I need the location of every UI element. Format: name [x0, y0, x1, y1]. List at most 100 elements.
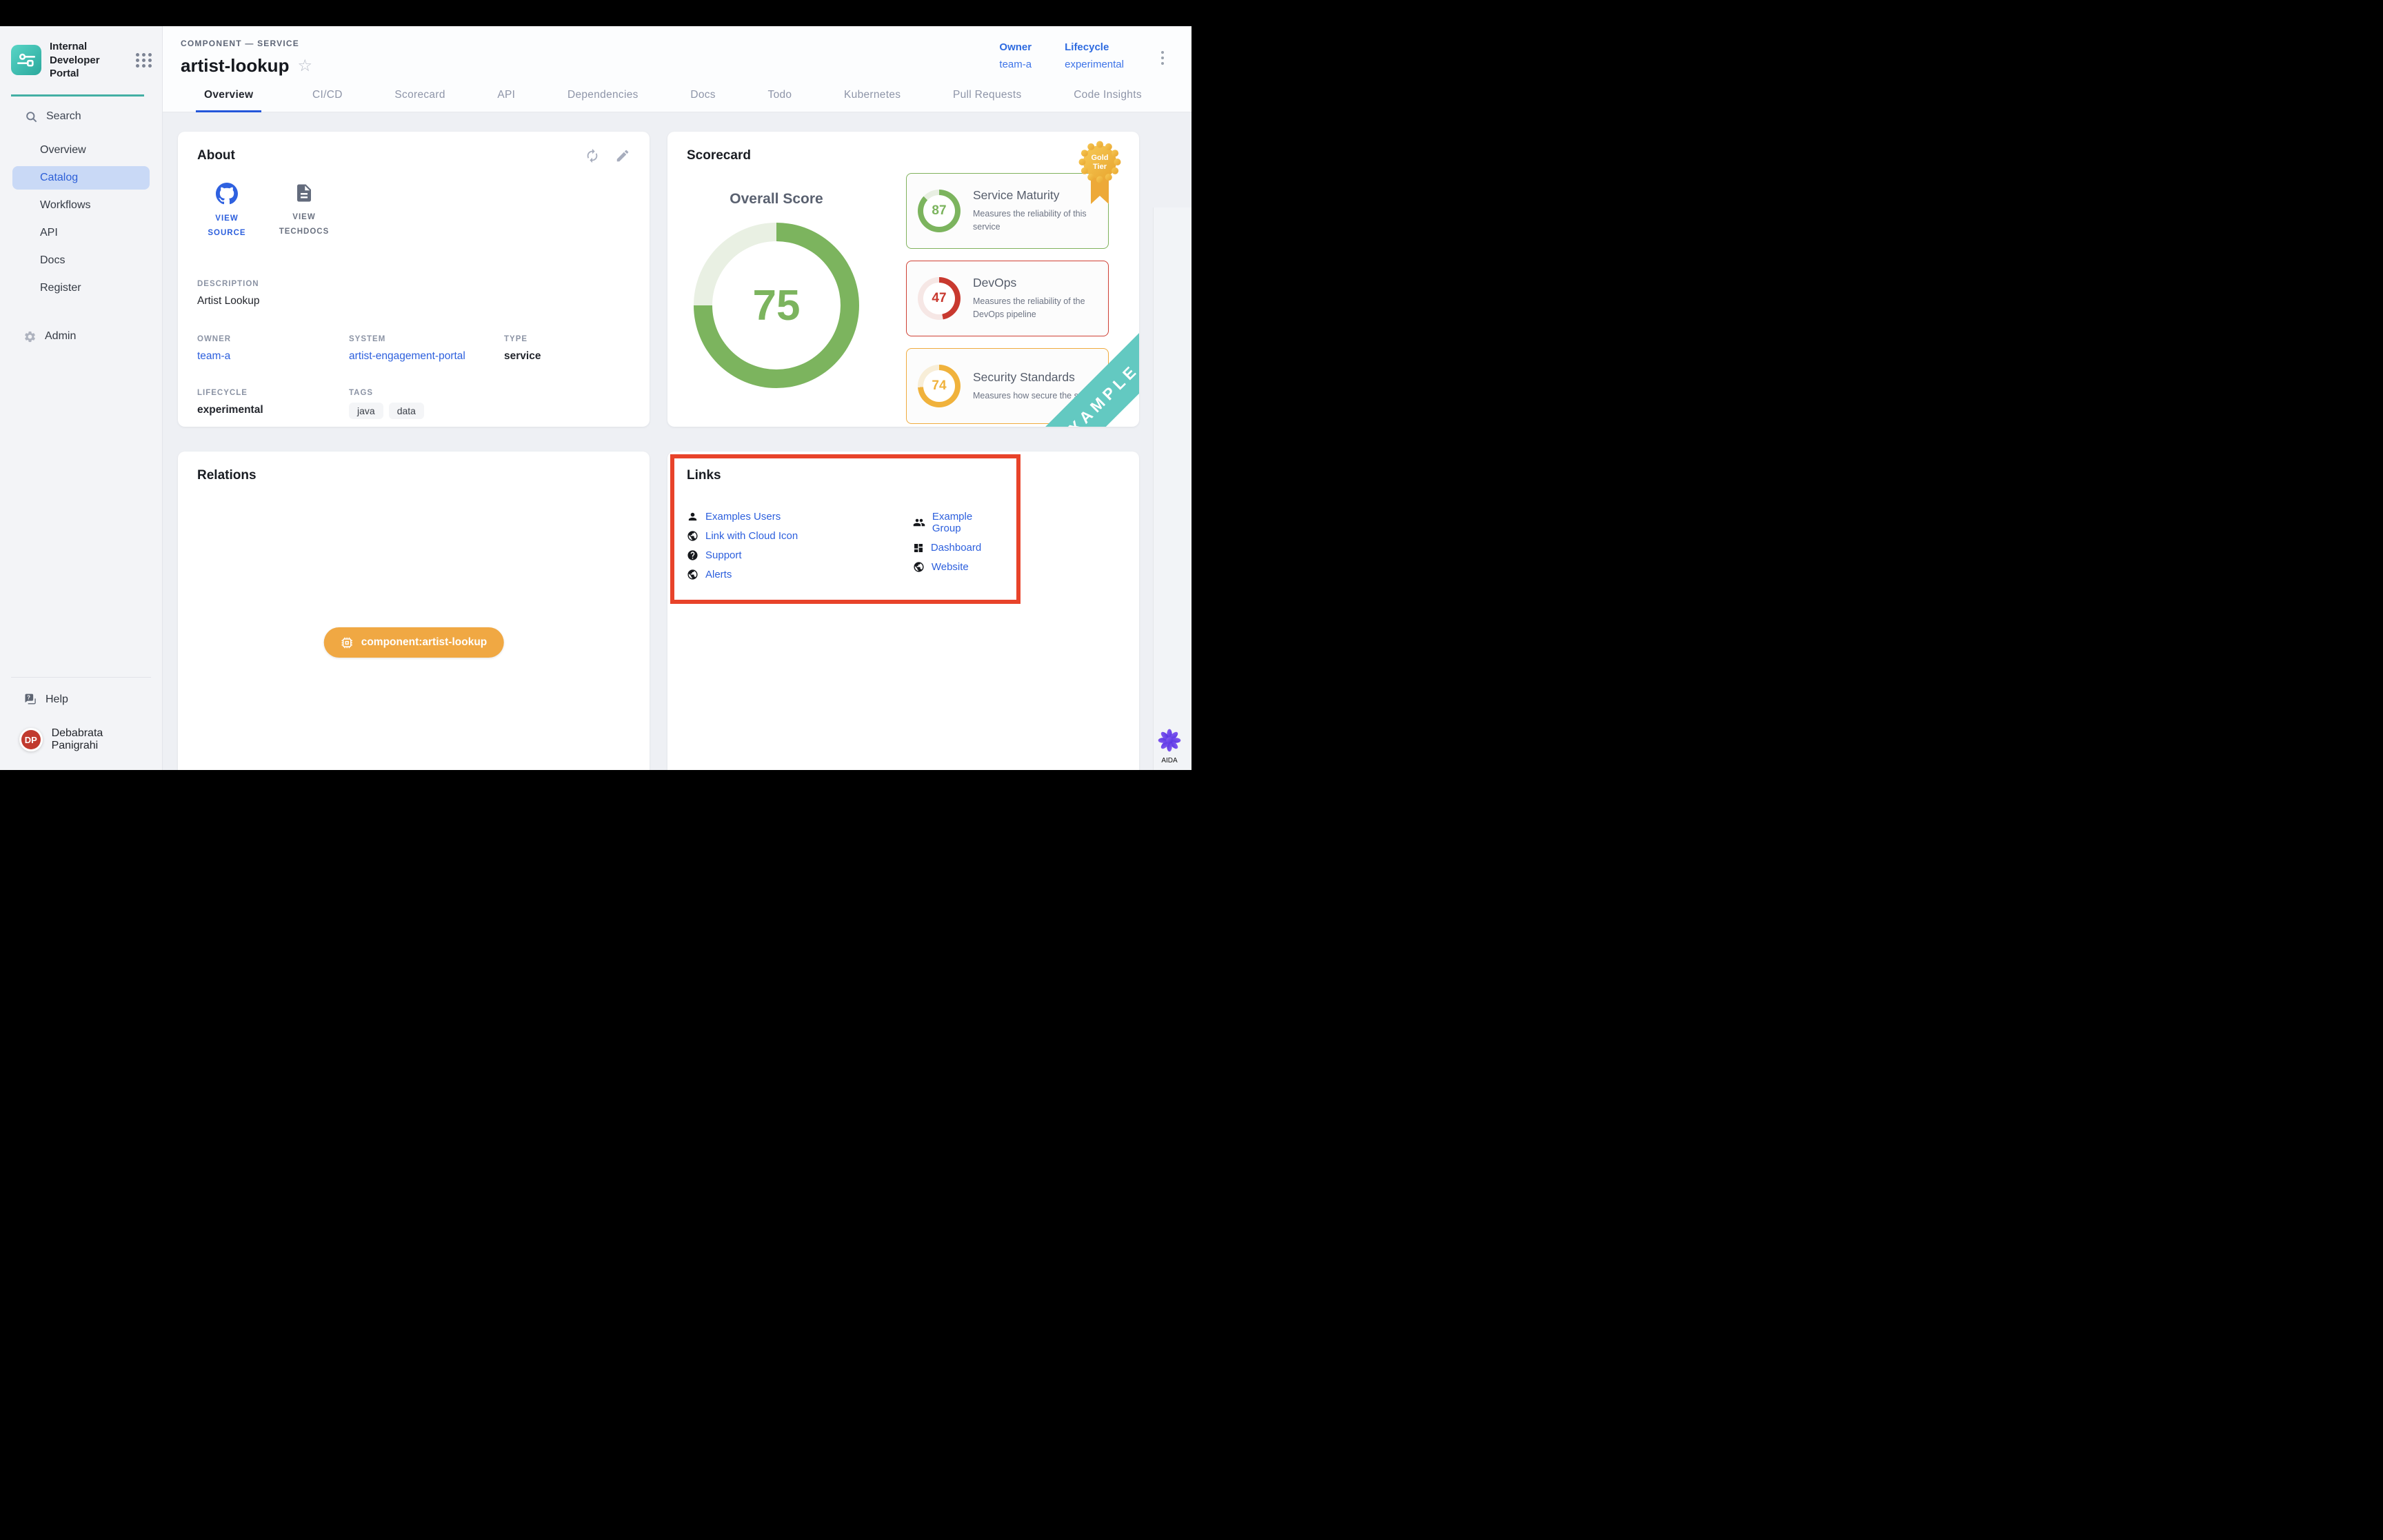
app-logo-icon: [11, 45, 41, 75]
link-website[interactable]: Website: [913, 561, 1004, 573]
description-label: DESCRIPTION: [197, 280, 630, 288]
gear-icon: [23, 330, 37, 343]
tab-kubernetes[interactable]: Kubernetes: [843, 88, 902, 112]
more-options-icon[interactable]: [1157, 47, 1168, 69]
entity-header: COMPONENT — SERVICE artist-lookup ☆ Owne…: [163, 26, 1192, 77]
aida-widget[interactable]: AIDA: [1154, 729, 1185, 764]
search-input[interactable]: Search: [0, 97, 162, 128]
aida-label: AIDA: [1154, 757, 1185, 764]
user-name: Debabrata Panigrahi: [52, 727, 151, 752]
description-value: Artist Lookup: [197, 295, 630, 307]
link-alerts[interactable]: Alerts: [687, 569, 913, 580]
page: Internal Developer Portal Search Overvie…: [0, 0, 1192, 770]
content-area: About VIEW SOURCE: [163, 112, 1192, 770]
owner-team-link[interactable]: team-a: [197, 350, 349, 363]
entity-tabs: Overview CI/CD Scorecard API Dependencie…: [163, 77, 1192, 112]
sidebar-item-catalog[interactable]: Catalog: [12, 166, 150, 190]
link-dashboard[interactable]: Dashboard: [913, 542, 1004, 554]
overall-score-value: 75: [753, 281, 801, 330]
sidebar-item-docs[interactable]: Docs: [0, 249, 162, 272]
type-field: TYPE service: [504, 335, 630, 363]
tab-dependencies[interactable]: Dependencies: [566, 88, 640, 112]
link-example-group[interactable]: Example Group: [913, 511, 1004, 534]
owner-meta: Owner team-a: [999, 41, 1032, 70]
help-button[interactable]: ? Help: [0, 690, 162, 709]
relations-chip-label: component:artist-lookup: [361, 636, 487, 649]
gold-tier-badge: Gold Tier: [1078, 141, 1121, 210]
person-icon: [687, 511, 698, 523]
scorecard-title: Scorecard: [687, 148, 1139, 163]
globe-icon: [913, 561, 925, 573]
about-title: About: [197, 148, 235, 163]
lifecycle-label: Lifecycle: [1065, 41, 1124, 53]
badge-line2: Tier: [1093, 163, 1107, 171]
sidebar-item-register[interactable]: Register: [0, 276, 162, 300]
user-avatar: DP: [19, 728, 43, 751]
links-card: Links Examples Users Link wit: [667, 452, 1139, 770]
help-label: Help: [46, 693, 68, 706]
relations-title: Relations: [197, 468, 630, 483]
right-scroll-rail[interactable]: [1153, 207, 1192, 770]
sidebar-nav: Overview Catalog Workflows API Docs Regi…: [0, 139, 162, 300]
github-icon: [216, 183, 238, 205]
sidebar-item-api[interactable]: API: [0, 221, 162, 245]
tab-docs[interactable]: Docs: [689, 88, 717, 112]
owner-field: OWNER team-a: [197, 335, 349, 363]
view-techdocs-label: VIEW TECHDOCS: [276, 210, 332, 239]
scorecard-card: Scorecard: [667, 132, 1139, 427]
user-menu[interactable]: DP Debabrata Panigrahi: [0, 709, 162, 770]
view-techdocs-button[interactable]: VIEW TECHDOCS: [274, 183, 334, 240]
tab-scorecard[interactable]: Scorecard: [393, 88, 446, 112]
sidebar-item-overview[interactable]: Overview: [0, 139, 162, 162]
security-standards-ring: 74: [918, 365, 961, 407]
dashboard-icon: [913, 543, 924, 554]
relations-entity-chip[interactable]: component:artist-lookup: [324, 627, 504, 658]
tab-code-insights[interactable]: Code Insights: [1072, 88, 1143, 112]
about-card: About VIEW SOURCE: [178, 132, 650, 427]
system-link[interactable]: artist-engagement-portal: [349, 350, 504, 363]
tag-java[interactable]: java: [349, 403, 383, 419]
owner-link[interactable]: team-a: [999, 59, 1032, 70]
svg-text:?: ?: [27, 695, 30, 701]
service-maturity-ring: 87: [918, 190, 961, 232]
refresh-icon[interactable]: [585, 148, 600, 163]
main-area: COMPONENT — SERVICE artist-lookup ☆ Owne…: [163, 26, 1192, 770]
metric-devops[interactable]: 47 DevOps Measures the reliability of th…: [906, 261, 1109, 336]
search-label: Search: [46, 110, 81, 123]
edit-pencil-icon[interactable]: [615, 148, 630, 163]
document-icon: [294, 183, 314, 203]
view-source-button[interactable]: VIEW SOURCE: [197, 183, 257, 240]
favorite-star-icon[interactable]: ☆: [297, 58, 312, 74]
links-highlight-box: Links Examples Users Link wit: [670, 454, 1020, 604]
link-with-cloud-icon[interactable]: Link with Cloud Icon: [687, 530, 913, 542]
link-support[interactable]: Support: [687, 549, 913, 561]
lifecycle-meta: Lifecycle experimental: [1065, 41, 1124, 70]
tab-api[interactable]: API: [496, 88, 516, 112]
top-black-bar: [0, 0, 1192, 26]
overall-score-block: Overall Score 75: [690, 173, 863, 424]
brand-title: Internal Developer Portal: [50, 40, 128, 81]
sidebar-item-admin[interactable]: Admin: [0, 323, 162, 350]
group-icon: [913, 516, 925, 529]
view-source-label: VIEW SOURCE: [199, 212, 254, 240]
relations-card: Relations component:artist-lookup: [178, 452, 650, 770]
sidebar-item-workflows[interactable]: Workflows: [0, 194, 162, 217]
tab-todo[interactable]: Todo: [767, 88, 794, 112]
page-title: artist-lookup: [181, 55, 289, 77]
apps-grid-icon[interactable]: [136, 53, 152, 68]
help-circle-icon: [687, 549, 698, 561]
overall-score-label: Overall Score: [690, 191, 863, 207]
tab-pull-requests[interactable]: Pull Requests: [952, 88, 1023, 112]
links-title: Links: [687, 468, 1004, 483]
lifecycle-value: experimental: [1065, 59, 1124, 70]
tab-overview[interactable]: Overview: [196, 88, 261, 112]
link-examples-users[interactable]: Examples Users: [687, 511, 913, 523]
sidebar: Internal Developer Portal Search Overvie…: [0, 26, 163, 770]
tab-cicd[interactable]: CI/CD: [311, 88, 344, 112]
lifecycle-field: LIFECYCLE experimental: [197, 389, 349, 419]
badge-line1: Gold: [1091, 154, 1108, 162]
admin-label: Admin: [45, 330, 76, 343]
component-chip-icon: [341, 636, 354, 649]
tag-data[interactable]: data: [389, 403, 424, 419]
help-chat-icon: ?: [23, 693, 37, 707]
